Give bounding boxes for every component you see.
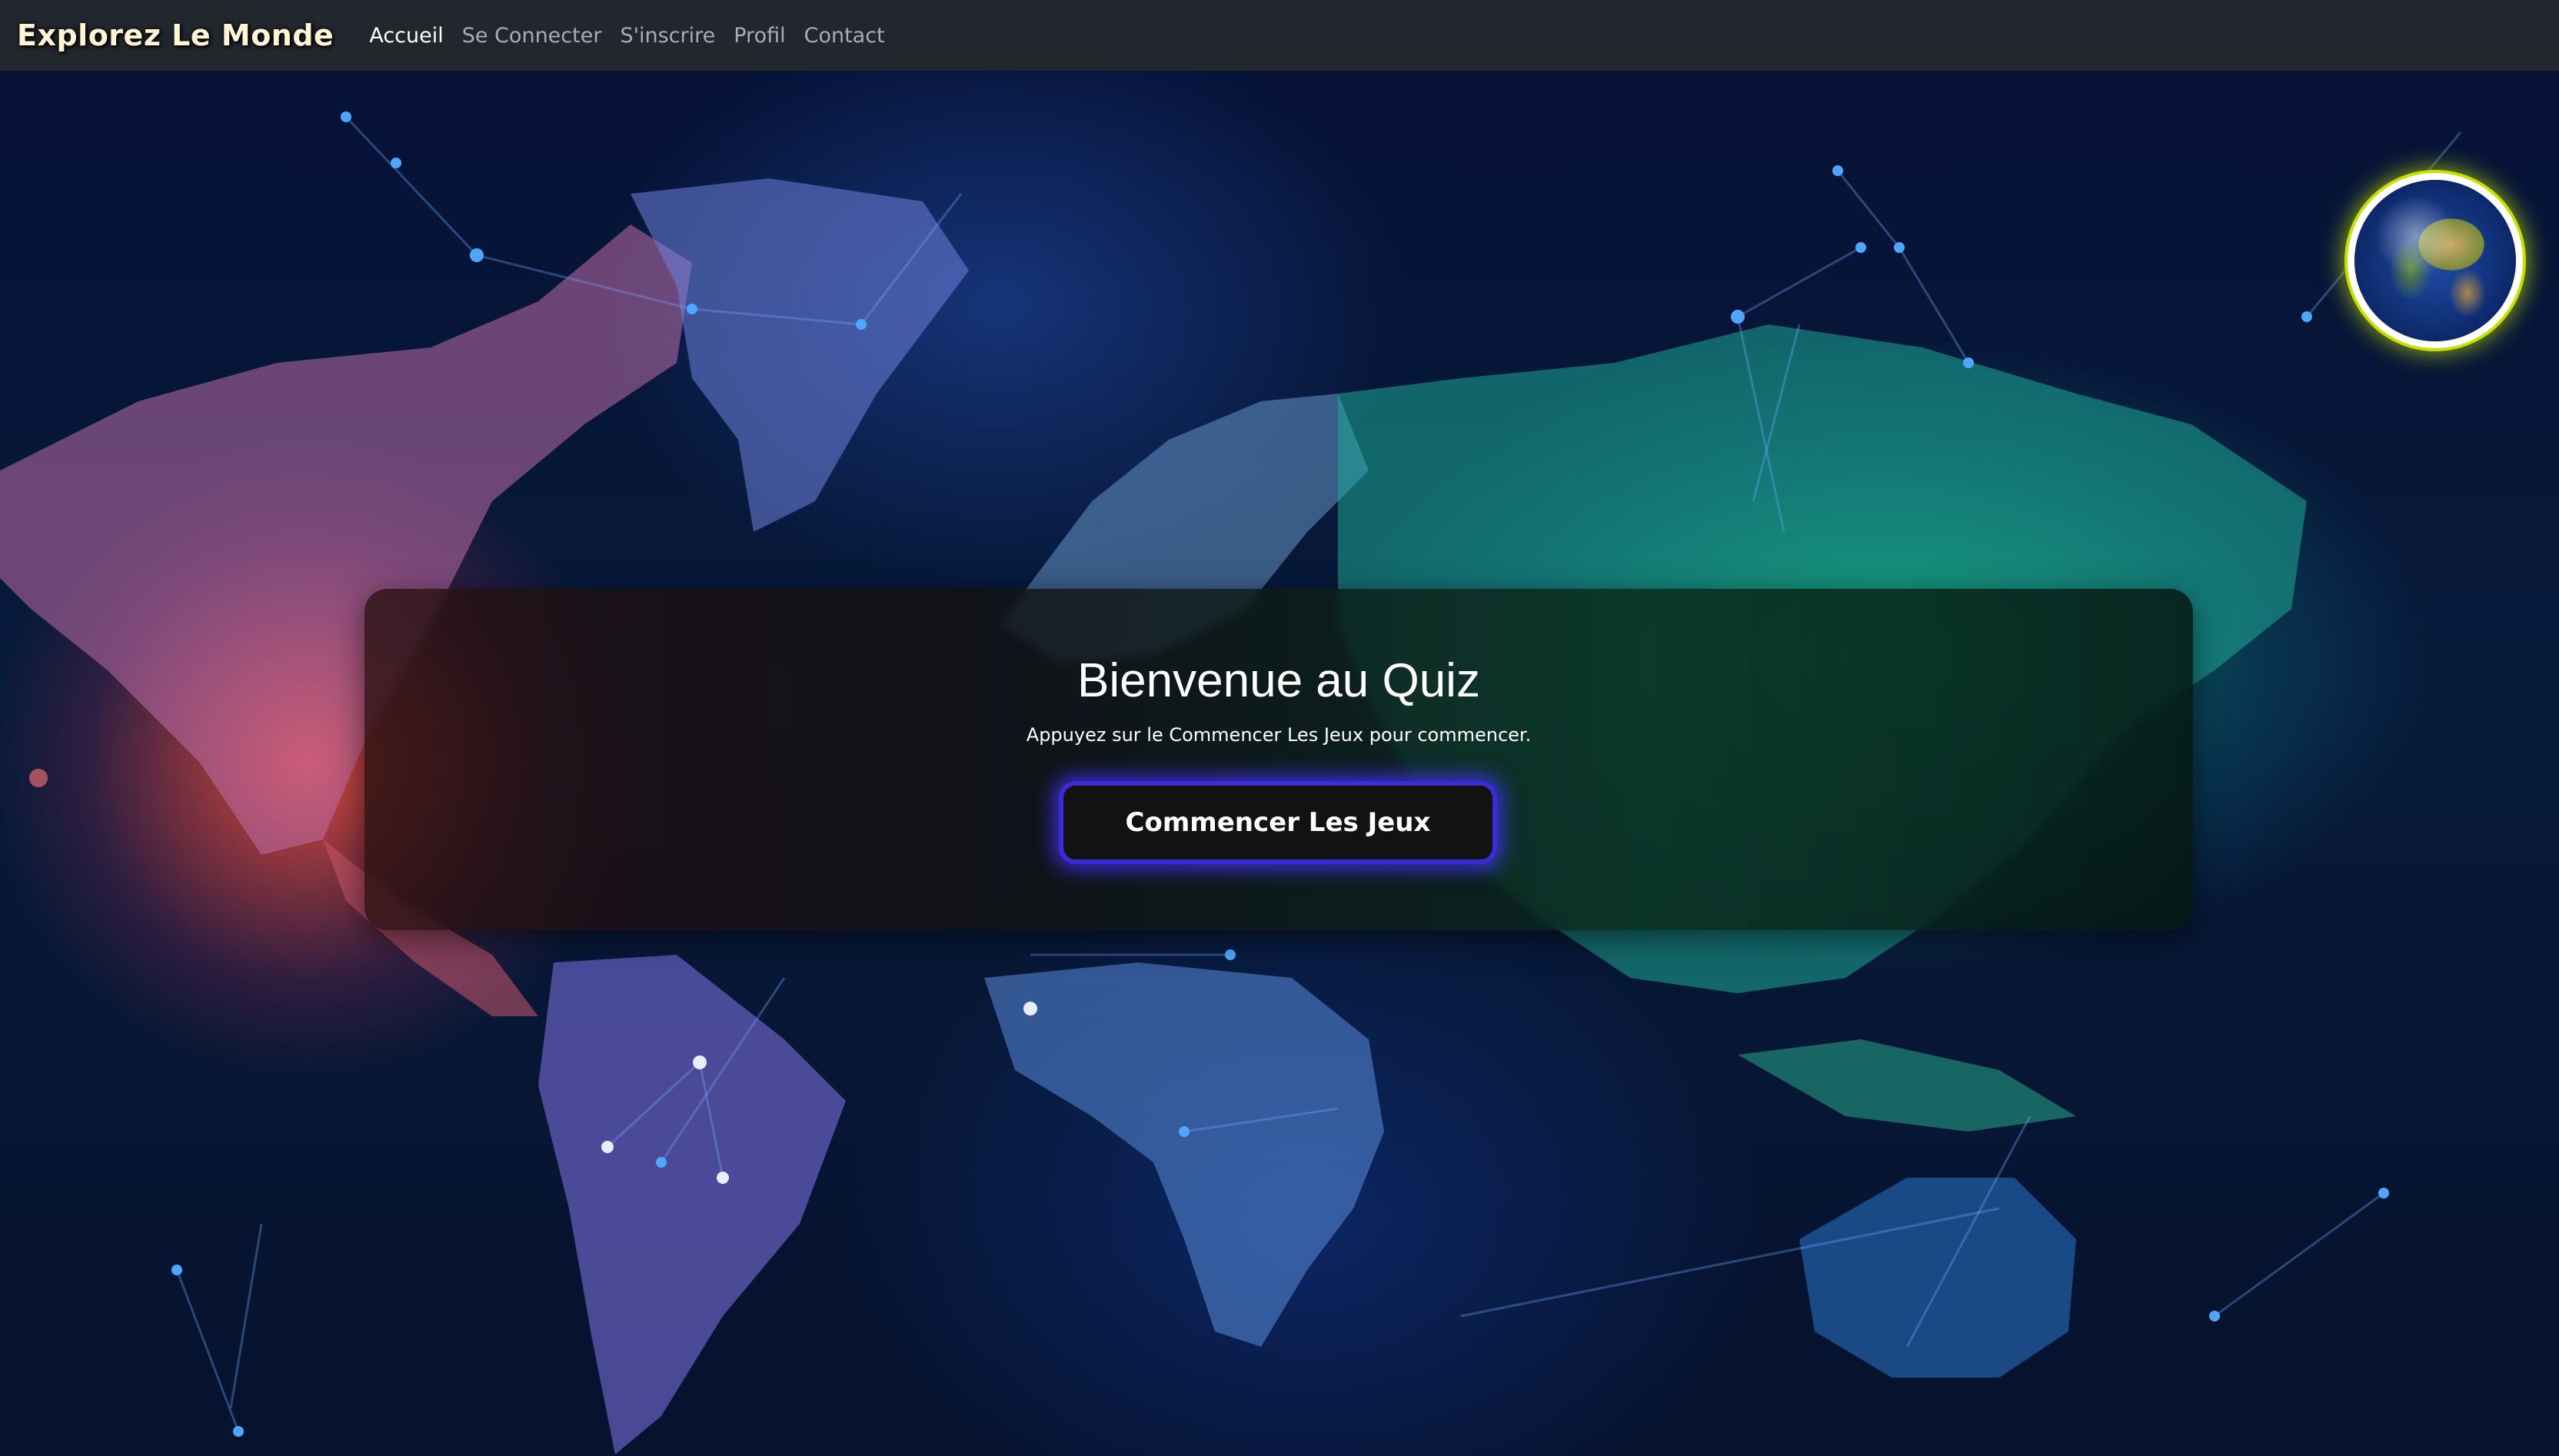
navbar: Explorez Le Monde Accueil Se Connecter S… bbox=[0, 0, 2559, 71]
brand-logo[interactable]: Explorez Le Monde bbox=[17, 18, 334, 52]
start-game-button[interactable]: Commencer Les Jeux bbox=[1059, 781, 1497, 864]
nav-link-accueil[interactable]: Accueil bbox=[360, 24, 452, 48]
quiz-title: Bienvenue au Quiz bbox=[1077, 654, 1480, 707]
quiz-subtitle: Appuyez sur le Commencer Les Jeux pour c… bbox=[1026, 724, 1532, 746]
nav-link-contact[interactable]: Contact bbox=[795, 24, 894, 48]
nav-link-sinscrire[interactable]: S'inscrire bbox=[611, 24, 724, 48]
nav-link-se-connecter[interactable]: Se Connecter bbox=[453, 24, 611, 48]
nav-link-profil[interactable]: Profil bbox=[724, 24, 794, 48]
nav-links: Accueil Se Connecter S'inscrire Profil C… bbox=[360, 24, 893, 48]
earth-globe-icon[interactable] bbox=[2354, 180, 2516, 341]
page: Explorez Le Monde Accueil Se Connecter S… bbox=[0, 0, 2559, 1456]
welcome-card: Bienvenue au Quiz Appuyez sur le Commenc… bbox=[364, 589, 2193, 930]
